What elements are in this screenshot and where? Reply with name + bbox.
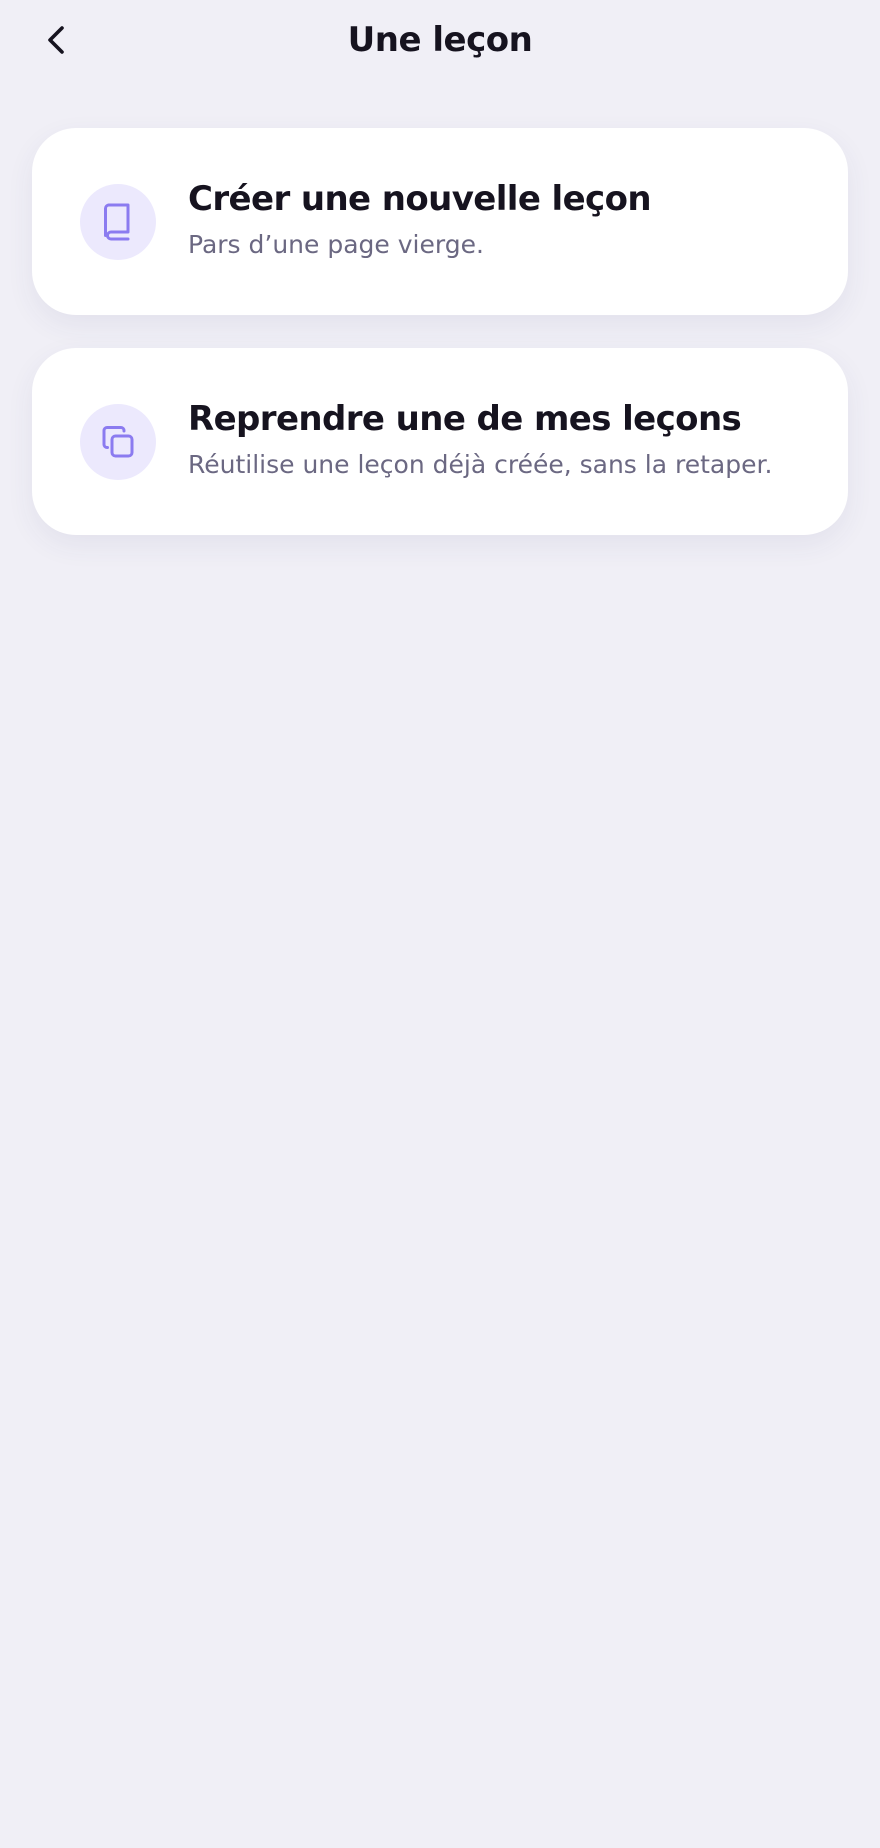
copy-icon [102, 426, 134, 458]
card-text: Reprendre une de mes leçons Réutilise un… [188, 398, 824, 482]
card-subtitle: Réutilise une leçon déjà créée, sans la … [188, 450, 773, 479]
card-text: Créer une nouvelle leçon Pars d’une page… [188, 178, 824, 262]
header: Une leçon [0, 0, 880, 80]
copy-icon-badge [80, 404, 156, 480]
options-list: Créer une nouvelle leçon Pars d’une page… [32, 128, 848, 568]
page-title: Une leçon [347, 20, 533, 60]
reuse-my-lessons-card[interactable]: Reprendre une de mes leçons Réutilise un… [32, 348, 848, 535]
book-icon-badge [80, 184, 156, 260]
card-subtitle: Pars d’une page vierge. [188, 230, 484, 259]
create-new-lesson-card[interactable]: Créer une nouvelle leçon Pars d’une page… [32, 128, 848, 315]
book-icon [104, 203, 130, 241]
card-title: Reprendre une de mes leçons [188, 399, 742, 439]
card-title: Créer une nouvelle leçon [188, 179, 652, 219]
